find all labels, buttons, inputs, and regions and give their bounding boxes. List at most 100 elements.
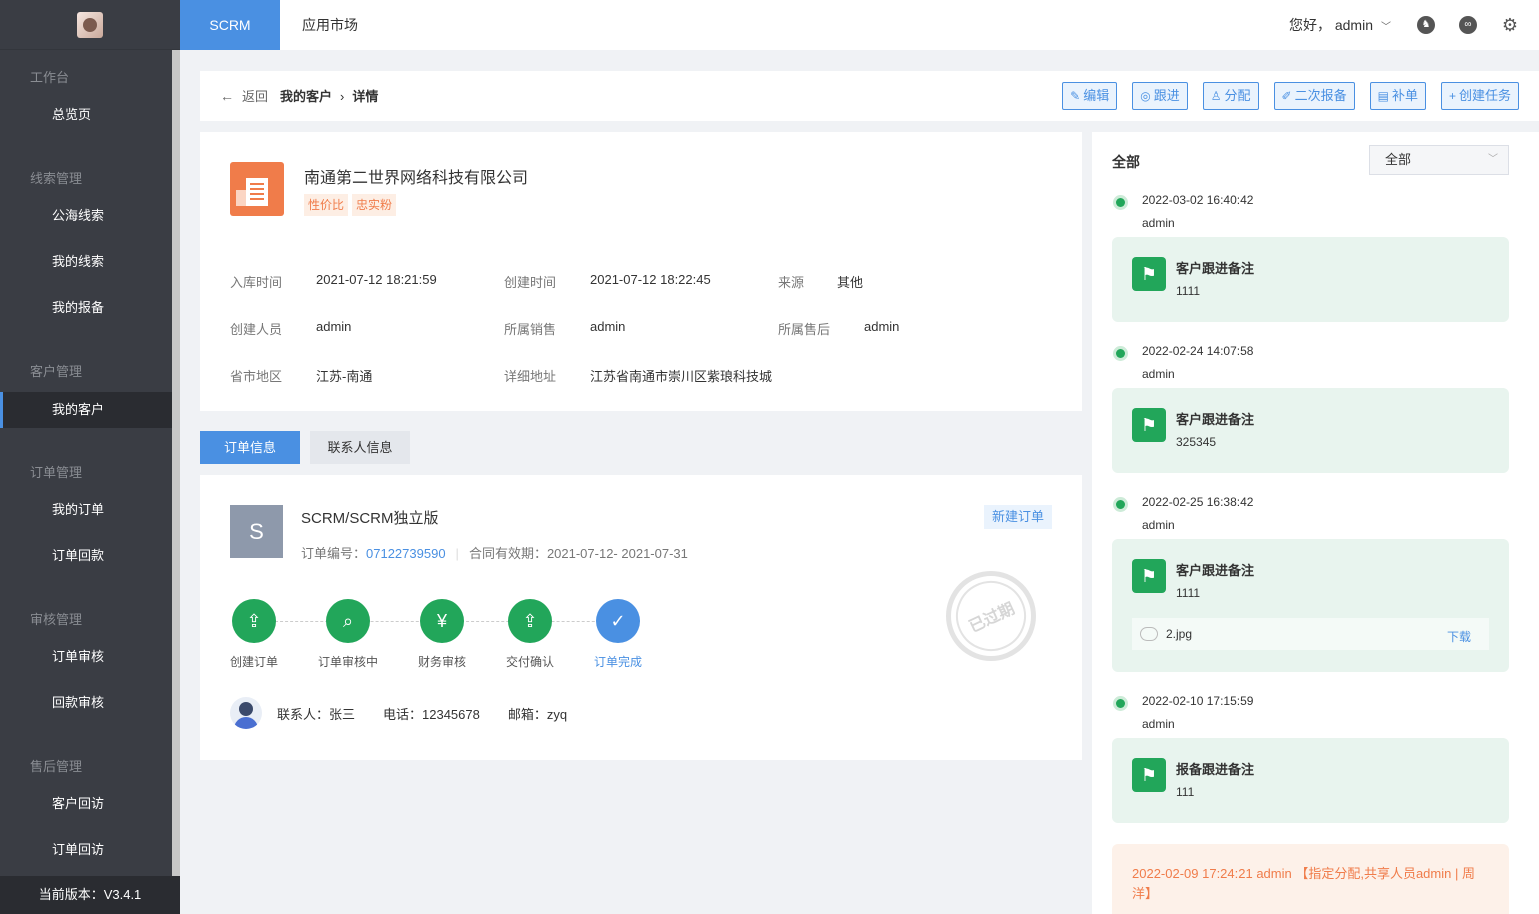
field-label: 入库时间 bbox=[230, 275, 283, 290]
timeline-dot-icon bbox=[1116, 500, 1125, 509]
sidebar-item-my-customers[interactable]: 我的客户 bbox=[0, 392, 172, 428]
attachment-name: 2.jpg bbox=[1166, 627, 1193, 641]
region: 江苏-南通 bbox=[316, 369, 373, 384]
sidebar-group-title: 线索管理 bbox=[30, 171, 83, 186]
sidebar-item-order-review[interactable]: 订单审核 bbox=[0, 639, 172, 675]
sidebar-item-order-payments[interactable]: 订单回款 bbox=[0, 538, 172, 574]
secondary-report-label: 二次报备 bbox=[1294, 88, 1347, 103]
step-label: 订单完成 bbox=[593, 655, 642, 669]
step-label: 财务审核 bbox=[417, 655, 466, 669]
version-label: 当前版本：V3.4.1 bbox=[0, 876, 180, 914]
sidebar-item-public-leads[interactable]: 公海线索 bbox=[0, 198, 172, 234]
action-buttons: ✎ 编辑 ◎ 跟进 ♙ 分配 ✐ 二次报备 ▤ 补单 + 创建任务 bbox=[1062, 82, 1519, 110]
chevron-down-icon: ﹀ bbox=[1381, 22, 1391, 33]
sidebar-item-my-leads[interactable]: 我的线索 bbox=[0, 244, 172, 280]
supplement-order-button[interactable]: ▤ 补单 bbox=[1369, 82, 1426, 110]
step-finance-review: ¥ 财务审核 bbox=[412, 599, 472, 670]
order-no-link[interactable]: 07122739590 bbox=[366, 546, 446, 561]
order-no-label: 订单编号： bbox=[301, 546, 367, 561]
create-order-icon: ⇪ bbox=[232, 599, 276, 643]
sidebar-item-payment-review[interactable]: 回款审核 bbox=[0, 685, 172, 721]
entry-user: admin bbox=[1142, 216, 1175, 230]
pen-icon: ✐ bbox=[1281, 89, 1292, 103]
breadcrumb-parent[interactable]: 我的客户 bbox=[280, 89, 332, 104]
entry-body: 1111 bbox=[1176, 284, 1201, 298]
contact-name: 联系人：张三 bbox=[277, 706, 356, 722]
logo bbox=[0, 0, 180, 50]
timeline-entry: 2022-02-25 16:38:42 admin ⚑ 客户跟进备注 1111 … bbox=[1112, 495, 1509, 675]
gear-icon[interactable]: ⚙ bbox=[1501, 16, 1519, 34]
sidebar-item-my-orders[interactable]: 我的订单 bbox=[0, 492, 172, 528]
timeline-title: 全部 bbox=[1112, 154, 1140, 170]
sales: admin bbox=[590, 319, 626, 334]
step-label: 交付确认 bbox=[505, 655, 554, 669]
tab-app-market[interactable]: 应用市场 bbox=[280, 0, 380, 50]
sidebar-item-overview[interactable]: 总览页 bbox=[0, 97, 172, 133]
timeline-panel: 全部 全部 ﹀ 2022-03-02 16:40:42 admin ⚑ 客户跟进备… bbox=[1092, 132, 1539, 914]
contract-validity: 合同有效期：2021-07-12- 2021-07-31 bbox=[468, 546, 688, 561]
source: 其他 bbox=[837, 275, 864, 290]
tab-contact-info[interactable]: 联系人信息 bbox=[310, 431, 410, 464]
robot-icon[interactable]: ♞ bbox=[1417, 16, 1435, 34]
contact-phone: 电话：12345678 bbox=[383, 706, 480, 722]
back-arrow-icon[interactable]: ← bbox=[220, 88, 234, 104]
entry-time: 2022-03-02 16:40:42 bbox=[1142, 193, 1254, 207]
step-label: 订单审核中 bbox=[318, 655, 379, 669]
link-icon[interactable]: ∞ bbox=[1459, 16, 1477, 34]
sidebar-scrollbar[interactable] bbox=[172, 50, 180, 876]
follow-button[interactable]: ◎ 跟进 bbox=[1132, 82, 1188, 110]
entry-title: 报备跟进备注 bbox=[1176, 762, 1255, 777]
aftersales: admin bbox=[864, 319, 900, 334]
create-task-label: 创建任务 bbox=[1458, 88, 1511, 103]
entry-card: ⚑ 客户跟进备注 1111 2.jpg 下载 bbox=[1112, 539, 1509, 672]
expired-stamp: 已过期 bbox=[944, 569, 1038, 663]
sidebar-group-title: 售后管理 bbox=[30, 759, 83, 774]
sidebar-item-my-reports[interactable]: 我的报备 bbox=[0, 290, 172, 326]
entry-title: 客户跟进备注 bbox=[1176, 261, 1255, 276]
company-tags: 性价比 忠实粉 bbox=[304, 194, 397, 216]
field-label: 所属售后 bbox=[778, 322, 831, 337]
assign-note: 2022-02-09 17:24:21 admin 【指定分配,共享人员admi… bbox=[1112, 844, 1509, 914]
timeline-filter-select[interactable]: 全部 ﹀ bbox=[1369, 145, 1509, 175]
intake-time: 2021-07-12 18:21:59 bbox=[316, 272, 437, 287]
secondary-report-button[interactable]: ✐ 二次报备 bbox=[1273, 82, 1355, 110]
greeting-text: 您好， admin bbox=[1288, 17, 1373, 33]
address: 江苏省南通市崇川区紫琅科技城 bbox=[590, 369, 773, 384]
flag-icon: ⚑ bbox=[1132, 758, 1166, 792]
tab-order-info[interactable]: 订单信息 bbox=[200, 431, 300, 464]
timeline-entry: 2022-02-24 14:07:58 admin ⚑ 客户跟进备注 32534… bbox=[1112, 344, 1509, 474]
back-link[interactable]: 返回 bbox=[242, 89, 268, 104]
filter-value: 全部 bbox=[1385, 152, 1412, 167]
edit-button[interactable]: ✎ 编辑 bbox=[1062, 82, 1118, 110]
breadcrumb-current: 详情 bbox=[352, 89, 379, 104]
entry-body: 111 bbox=[1176, 785, 1195, 799]
sidebar-group-title: 工作台 bbox=[30, 70, 70, 85]
entry-time: 2022-02-10 17:15:59 bbox=[1142, 694, 1254, 708]
chevron-down-icon: ﹀ bbox=[1488, 154, 1498, 165]
tag: 忠实粉 bbox=[352, 194, 397, 216]
sidebar-item-customer-visit[interactable]: 客户回访 bbox=[0, 786, 172, 822]
user-menu[interactable]: 您好， admin ﹀ bbox=[1289, 0, 1391, 53]
doc-icon: ▤ bbox=[1377, 89, 1389, 103]
follow-icon: ◎ bbox=[1140, 89, 1151, 103]
entry-user: admin bbox=[1142, 518, 1175, 532]
assign-button[interactable]: ♙ 分配 bbox=[1202, 82, 1259, 110]
sidebar-item-order-visit[interactable]: 订单回访 bbox=[0, 832, 172, 868]
detail-tabs: 订单信息 联系人信息 bbox=[200, 431, 410, 464]
entry-body: 325345 bbox=[1176, 435, 1217, 449]
order-meta: 订单编号：07122739590 | 合同有效期：2021-07-12- 2021-… bbox=[301, 546, 688, 561]
building-icon bbox=[230, 162, 284, 216]
download-link[interactable]: 下载 bbox=[1447, 628, 1471, 645]
topbar: SCRM 应用市场 您好， admin ﹀ ♞ ∞ ⚙ bbox=[180, 0, 1539, 50]
follow-label: 跟进 bbox=[1153, 88, 1180, 103]
order-contact: 联系人：张三 电话：12345678 邮箱：zyq bbox=[230, 697, 595, 729]
step-create-order: ⇪ 创建订单 bbox=[224, 599, 284, 670]
timeline-dot-icon bbox=[1116, 349, 1125, 358]
field-label: 来源 bbox=[778, 275, 805, 290]
field-label: 省市地区 bbox=[230, 369, 283, 384]
order-card: S SCRM/SCRM独立版 订单编号：07122739590 | 合同有效期：20… bbox=[200, 475, 1082, 760]
sidebar-group-title: 审核管理 bbox=[30, 612, 83, 627]
tab-scrm[interactable]: SCRM bbox=[180, 0, 280, 50]
create-task-button[interactable]: + 创建任务 bbox=[1440, 82, 1519, 110]
new-order-button[interactable]: 新建订单 bbox=[983, 505, 1052, 529]
